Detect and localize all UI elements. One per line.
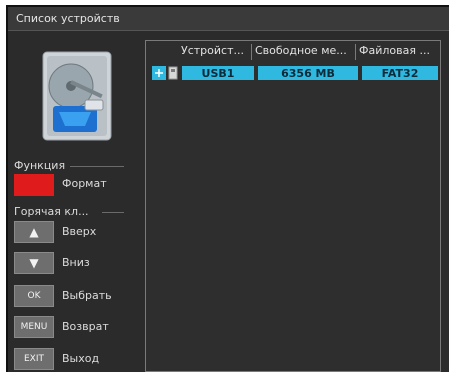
function-section-label: Функция: [14, 159, 66, 172]
red-function-key[interactable]: [14, 174, 54, 196]
table-row[interactable]: USB1 6356 MB FAT32: [150, 64, 438, 82]
hard-drive-usb-icon: [42, 51, 112, 141]
device-list-screen: Список устройств Функция Формат Горячая …: [6, 5, 449, 372]
menu-key-label: Возврат: [62, 320, 109, 333]
column-header-file-system[interactable]: Файловая ...: [356, 44, 440, 60]
device-table: Устройст... Свободное ме... Файловая ...…: [145, 40, 441, 372]
format-label: Формат: [62, 177, 107, 190]
cell-device: USB1: [182, 66, 254, 80]
title-divider: [8, 30, 449, 31]
column-header-device[interactable]: Устройст...: [178, 44, 252, 60]
down-key-button[interactable]: ▼: [14, 252, 54, 274]
hotkey-section-label: Горячая кл...: [14, 205, 89, 218]
ok-key-label: Выбрать: [62, 289, 112, 302]
up-key-label: Вверх: [62, 225, 97, 238]
window-title: Список устройств: [16, 12, 120, 25]
menu-key-button[interactable]: MENU: [14, 316, 54, 338]
title-bar: Список устройств: [8, 7, 449, 31]
hotkey-divider: [102, 212, 124, 213]
down-key-label: Вниз: [62, 256, 90, 269]
cell-file-system: FAT32: [362, 66, 438, 80]
cell-free-space: 6356 MB: [258, 66, 358, 80]
ok-key-button[interactable]: OK: [14, 285, 54, 307]
exit-key-label: Выход: [62, 352, 100, 365]
usb-device-icon: [150, 64, 182, 82]
function-divider: [70, 166, 124, 167]
exit-key-button[interactable]: EXIT: [14, 348, 54, 370]
up-key-button[interactable]: ▲: [14, 221, 54, 243]
column-header-free-space[interactable]: Свободное ме...: [252, 44, 356, 60]
